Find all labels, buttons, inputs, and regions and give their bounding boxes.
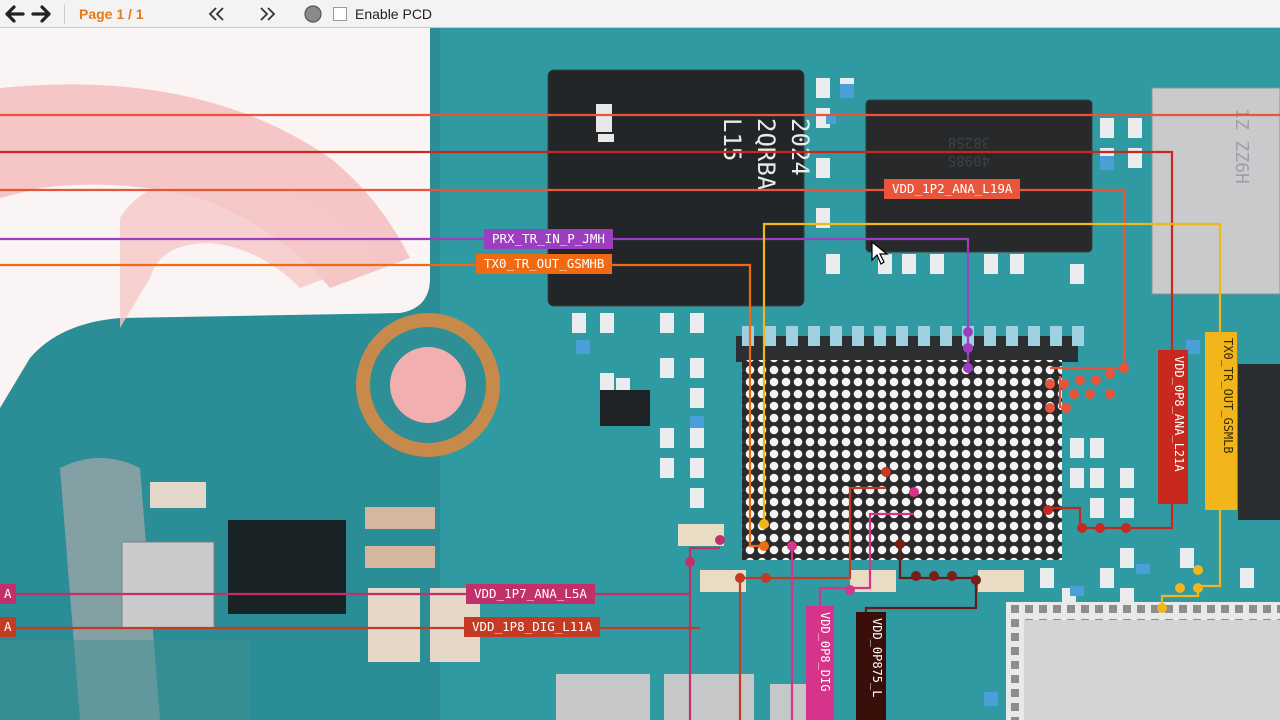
- net-label-tx0-tr-out-gsmhb[interactable]: TX0_TR_OUT_GSMHB: [476, 254, 613, 274]
- net-label-left-edge-a2[interactable]: A: [0, 617, 16, 637]
- chip-right-marking: 1Z ZZ6H: [1231, 108, 1252, 184]
- page-indicator: Page 1 / 1: [79, 5, 144, 22]
- mouse-cursor-icon: [871, 240, 889, 265]
- first-page-button[interactable]: [203, 1, 231, 27]
- forward-button[interactable]: [28, 1, 56, 27]
- chip-top-right-marking-2: 4098S: [948, 152, 990, 168]
- toolbar-divider: [64, 3, 65, 24]
- net-label-vdd-0p8-dig[interactable]: VDD_0P8_DIG: [806, 606, 834, 720]
- net-label-vdd-0p8-ana-l21a[interactable]: VDD_0P8_ANA_L21A: [1158, 350, 1188, 504]
- double-chevron-right-icon: [260, 6, 276, 21]
- arrow-left-icon: [5, 4, 25, 23]
- enable-pcd-label: Enable PCD: [355, 5, 433, 22]
- net-label-vdd-1p2-ana-l19a[interactable]: VDD_1P2_ANA_L19A: [884, 179, 1021, 199]
- viewer-toolbar: Page 1 / 1 Enable PCD: [0, 0, 1280, 28]
- net-label-vdd-1p7-ana-l5a[interactable]: VDD_1P7_ANA_L5A: [466, 584, 595, 604]
- net-label-vdd-0p875-l[interactable]: VDD_0P875_L: [856, 612, 886, 720]
- record-button[interactable]: [299, 1, 327, 27]
- arrow-right-icon: [31, 4, 51, 23]
- chip-marking-line2: 2QRBA: [752, 118, 780, 191]
- chip-marking-line3: 2024: [786, 118, 814, 176]
- pcb-board-view[interactable]: L15 2QRBA 2024 382S8 4098S 1Z ZZ6H VDD_1…: [0, 28, 1280, 720]
- last-page-button[interactable]: [253, 1, 281, 27]
- back-button[interactable]: [0, 1, 28, 27]
- net-label-prx-tr-in-p-jmh[interactable]: PRX_TR_IN_P_JMH: [484, 229, 613, 249]
- double-chevron-left-icon: [208, 6, 224, 21]
- net-label-vdd-1p8-dig-l11a[interactable]: VDD_1P8_DIG_L11A: [464, 617, 601, 637]
- enable-pcd-checkbox[interactable]: [333, 6, 347, 21]
- chip-marking-line1: L15: [718, 118, 746, 161]
- pcb-drawing: L15 2QRBA 2024 382S8 4098S 1Z ZZ6H: [0, 28, 1280, 720]
- chip-top-right-marking-1: 382S8: [948, 134, 990, 150]
- circle-icon: [304, 4, 322, 23]
- net-label-left-edge-a1[interactable]: A: [0, 584, 16, 604]
- net-label-tx0-tr-out-gsmlb[interactable]: TX0_TR_OUT_GSMLB: [1205, 332, 1237, 510]
